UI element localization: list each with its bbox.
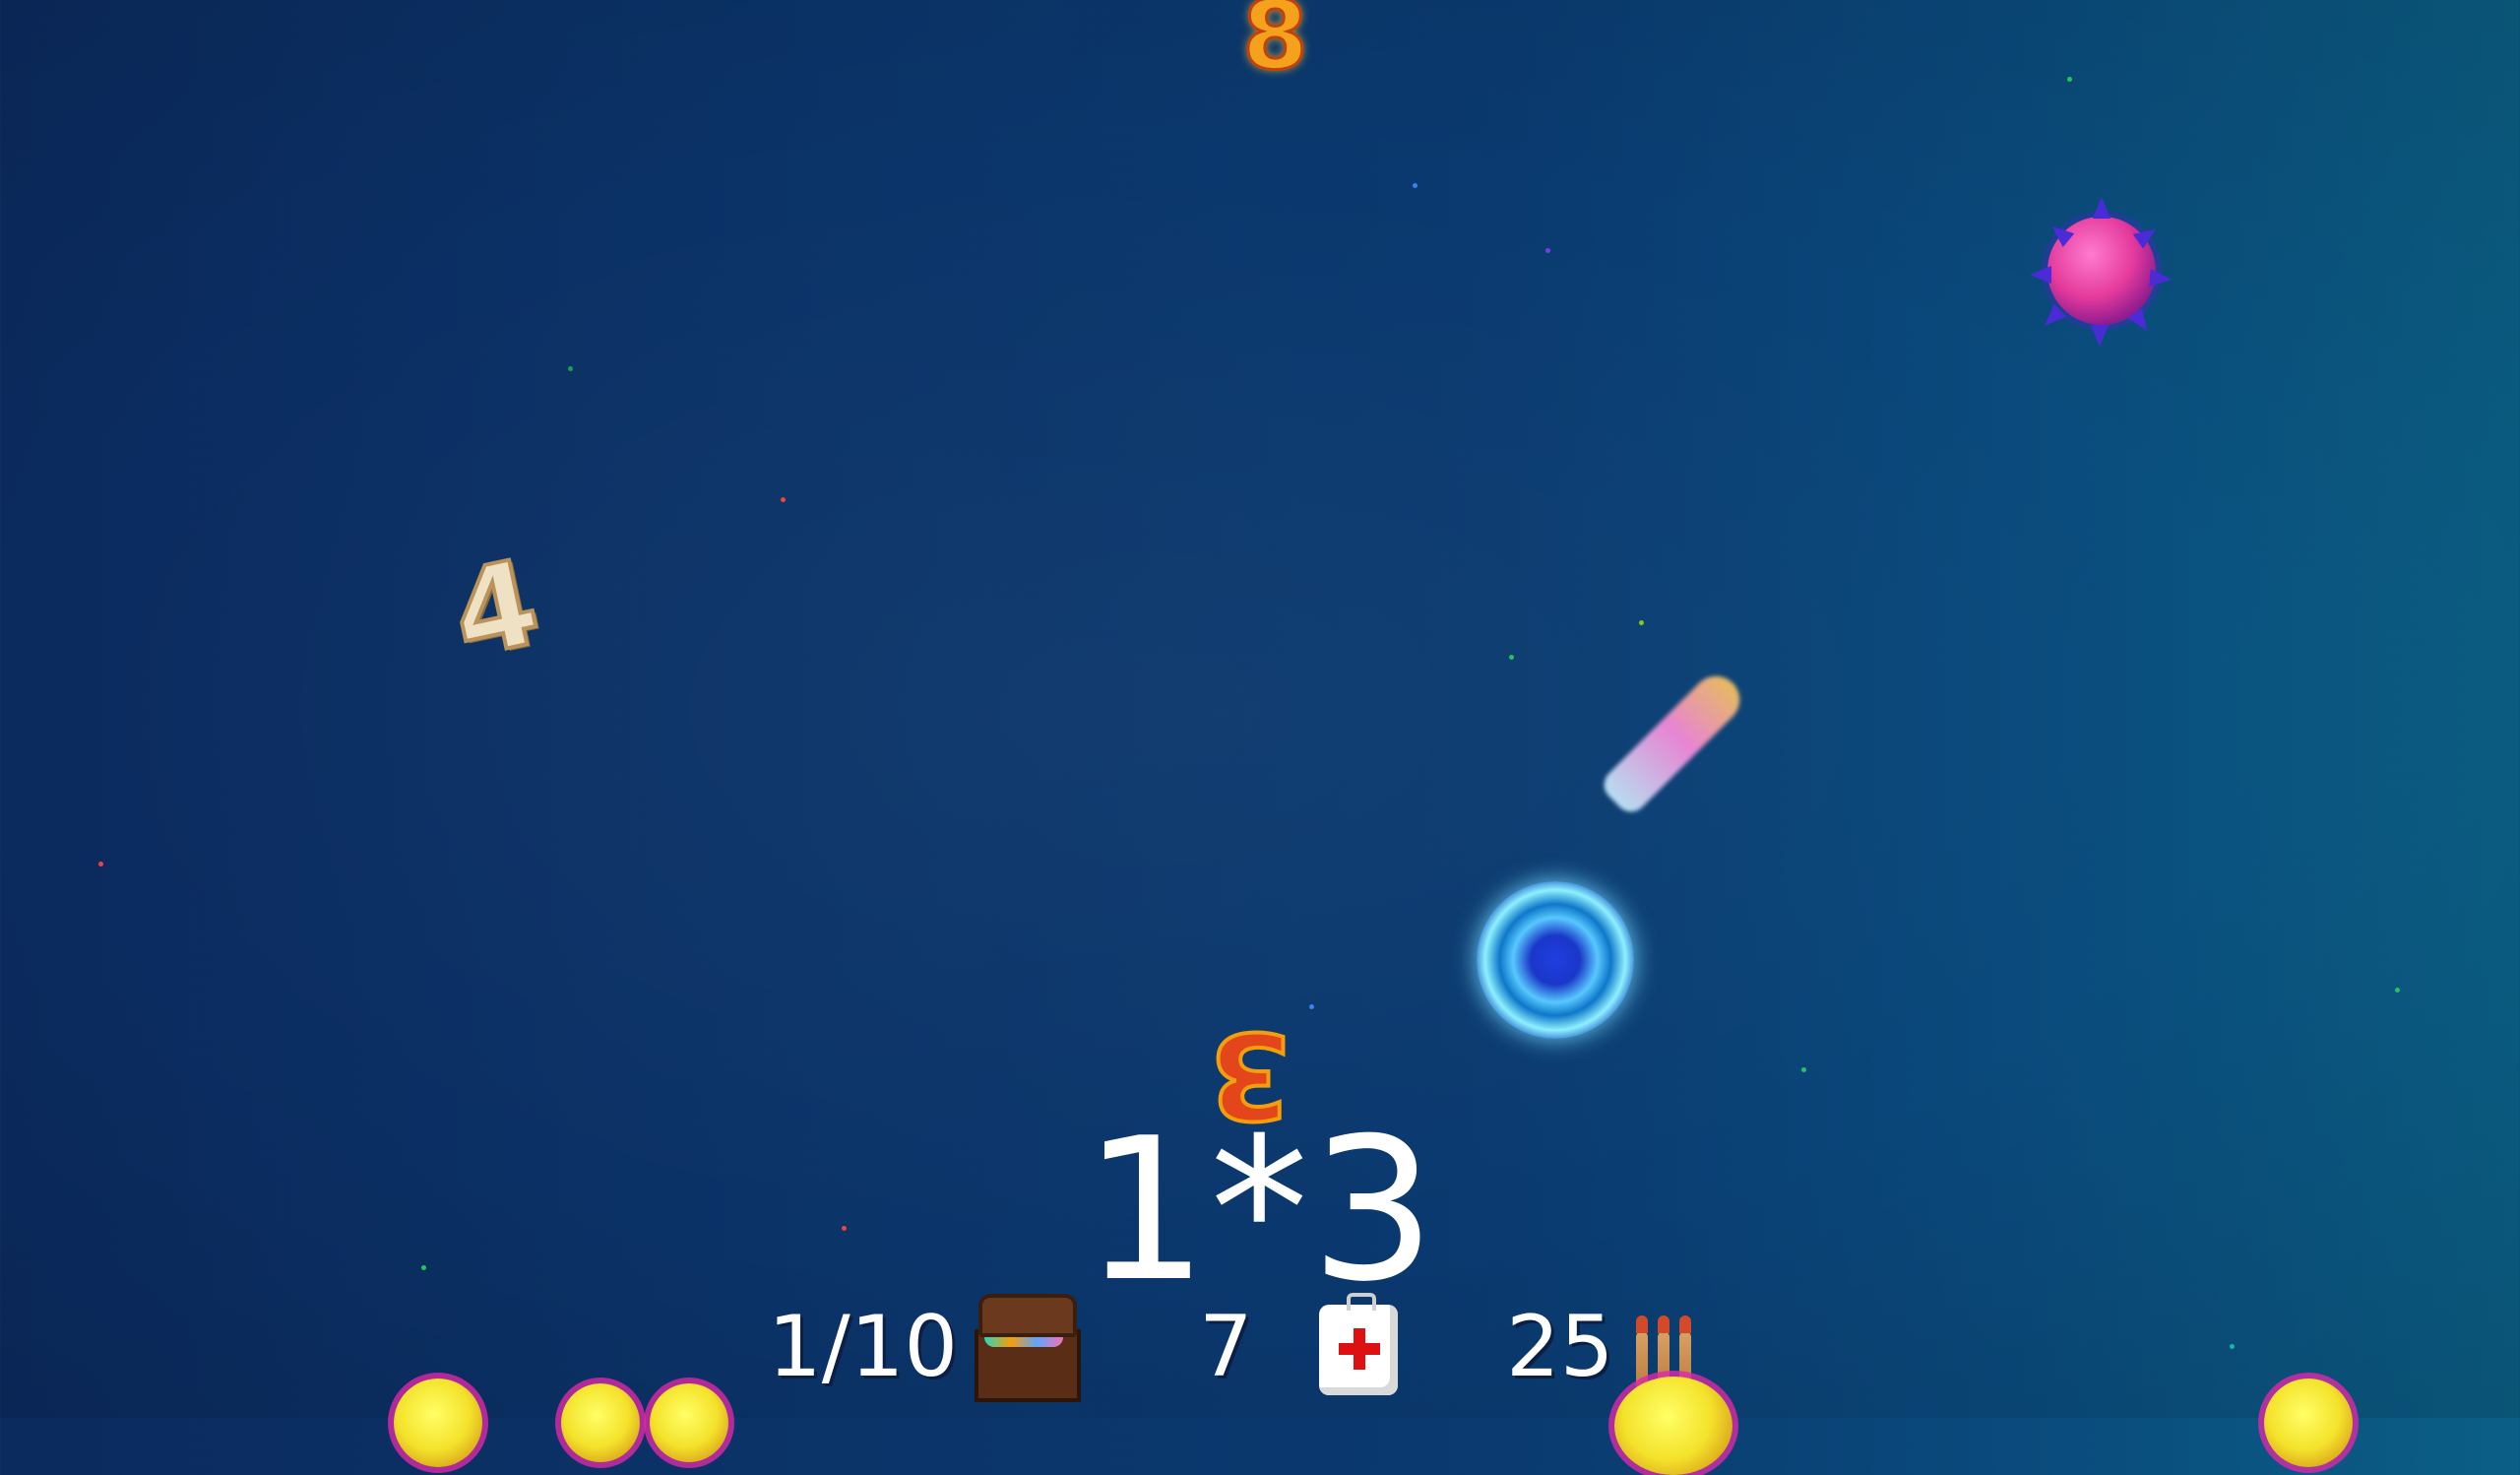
virus-spike [2132,222,2162,249]
mine-enemy [394,1379,482,1467]
equation-text: 1*3 [1083,1096,1438,1325]
player-orb [1477,881,1634,1039]
mine-enemy [1614,1377,1732,1475]
health-counter: 7 [1199,1298,1253,1396]
star [1545,248,1550,253]
medkit-handle [1347,1293,1376,1311]
star [1801,1067,1806,1072]
mine-enemy [650,1383,728,1462]
medkit-cross-horizontal [1339,1343,1380,1355]
star [1413,183,1418,188]
star [421,1265,426,1270]
virus-spike [2046,220,2075,247]
player-trail [1598,666,1750,818]
virus-spike [2127,307,2155,337]
star [2395,988,2400,993]
falling-number-4: 4 [439,533,552,687]
chest-lid [978,1294,1077,1337]
star [98,862,103,866]
falling-number-8: 8 [1241,0,1310,91]
mine-enemy [561,1383,640,1462]
first-aid-kit-icon [1319,1293,1398,1395]
star [568,366,573,371]
mine-enemy [2264,1379,2353,1467]
virus-spike [2091,325,2109,347]
virus-spike [2093,197,2110,219]
star [1309,1004,1314,1009]
star [2230,1344,2235,1349]
virus-spike [2149,269,2173,289]
ammo-counter: 25 [1506,1298,1614,1396]
star [2067,77,2072,82]
progress-counter: 1/10 [768,1298,959,1396]
treasure-chest-icon [975,1290,1081,1402]
star [781,497,786,502]
virus-spike [2038,303,2067,333]
virus-enemy [2030,197,2173,347]
star [1639,620,1644,625]
virus-spike [2030,266,2051,284]
star [842,1226,847,1231]
star [1509,655,1514,660]
